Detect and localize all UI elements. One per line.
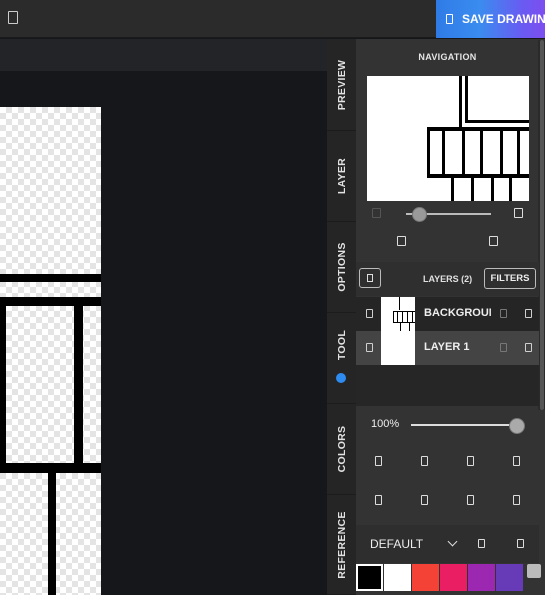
tab-tool[interactable]: TOOL: [327, 313, 356, 404]
preview-stroke: [465, 76, 468, 122]
tab-options-label: OPTIONS: [335, 242, 348, 292]
tab-colors-label: COLORS: [335, 425, 348, 473]
document-icon[interactable]: [8, 11, 18, 24]
preview-stroke: [459, 76, 462, 128]
layer-name-layer-1[interactable]: LAYER 1: [424, 341, 491, 353]
thumb-stroke: [409, 322, 410, 331]
preview-stroke: [509, 174, 512, 201]
tab-options[interactable]: OPTIONS: [327, 222, 356, 313]
layer-action-icon[interactable]: [421, 495, 428, 505]
drawn-stroke: [48, 463, 56, 595]
filters-button[interactable]: FILTERS: [484, 268, 536, 289]
palette-menu-icon[interactable]: [517, 539, 524, 548]
layers-title: LAYERS (2): [423, 274, 473, 284]
lock-icon[interactable]: [500, 309, 507, 318]
canvas-area[interactable]: [0, 39, 327, 595]
save-icon: [446, 14, 453, 24]
layer-action-icon[interactable]: [467, 495, 474, 505]
preview-stroke: [451, 174, 454, 201]
preview-stroke: [491, 174, 494, 201]
preview-stroke: [517, 127, 520, 177]
preview-stroke: [480, 127, 483, 177]
tab-tool-label: TOOL: [335, 329, 348, 360]
panel-scrollbar-thumb[interactable]: [540, 40, 544, 410]
tab-reference-label: REFERENCE: [335, 510, 348, 579]
add-layer-button[interactable]: [359, 268, 381, 288]
color-swatch[interactable]: [356, 564, 383, 591]
zoom-out-icon[interactable]: [372, 208, 381, 218]
rotate-right-icon[interactable]: [489, 236, 498, 246]
preview-stroke: [471, 174, 474, 201]
thumb-stroke: [400, 322, 401, 331]
layers-list-empty-area: [356, 365, 539, 406]
opacity-value: 100%: [371, 418, 400, 430]
layer-name-background[interactable]: BACKGROUND: [424, 307, 491, 319]
swatch-scroll[interactable]: [527, 564, 541, 578]
tab-colors[interactable]: COLORS: [327, 404, 356, 495]
tab-layer-label: LAYER: [335, 157, 348, 195]
opacity-slider-knob[interactable]: [509, 418, 525, 434]
layer-action-icon[interactable]: [513, 495, 520, 505]
tab-preview[interactable]: PREVIEW: [327, 39, 356, 131]
top-bar: SAVE DRAWING: [0, 0, 545, 38]
navigation-preview[interactable]: [367, 76, 529, 201]
rotate-left-icon[interactable]: [397, 236, 406, 246]
preview-stroke: [442, 127, 445, 177]
layer-thumbnail: [381, 331, 415, 365]
layer-menu-icon[interactable]: [525, 309, 532, 318]
save-drawing-label: SAVE DRAWING: [462, 12, 545, 26]
layer-action-icon[interactable]: [421, 456, 428, 466]
preview-stroke: [427, 174, 529, 178]
color-swatch[interactable]: [384, 564, 411, 591]
drawing-canvas[interactable]: [0, 107, 101, 595]
color-swatch[interactable]: [468, 564, 495, 591]
thumb-stroke: [399, 297, 400, 310]
side-tabs: PREVIEW LAYER OPTIONS TOOL COLORS REFERE…: [327, 39, 356, 595]
layer-action-icon[interactable]: [513, 456, 520, 466]
palette-select[interactable]: DEFAULT: [370, 537, 423, 551]
tab-preview-label: PREVIEW: [335, 59, 348, 110]
drawn-stroke: [0, 297, 6, 473]
preview-stroke: [465, 120, 529, 123]
visibility-icon[interactable]: [366, 343, 373, 352]
zoom-in-icon[interactable]: [514, 208, 523, 218]
layer-thumbnail: [381, 297, 415, 331]
layer-action-icon[interactable]: [467, 456, 474, 466]
opacity-slider-track[interactable]: [411, 424, 517, 426]
lock-icon[interactable]: [500, 343, 507, 352]
drawn-stroke: [74, 297, 83, 473]
tab-layer[interactable]: LAYER: [327, 131, 356, 222]
active-tool-dot: [336, 373, 346, 383]
navigation-title: NAVIGATION: [418, 52, 477, 62]
tab-reference[interactable]: REFERENCE: [327, 495, 356, 595]
color-swatch[interactable]: [440, 564, 467, 591]
zoom-slider-knob[interactable]: [412, 207, 427, 222]
palette-add-icon[interactable]: [478, 539, 485, 548]
preview-stroke: [462, 127, 465, 177]
thumb-stroke: [393, 322, 415, 323]
drawn-stroke: [0, 274, 101, 282]
layer-action-icon[interactable]: [375, 456, 382, 466]
preview-stroke: [427, 127, 430, 177]
preview-stroke: [500, 127, 503, 177]
add-layer-icon: [367, 274, 373, 282]
canvas-toolbar: [0, 39, 327, 71]
visibility-icon[interactable]: [366, 309, 373, 318]
drawn-stroke: [0, 297, 101, 306]
save-drawing-button[interactable]: SAVE DRAWING: [436, 0, 545, 38]
color-swatch[interactable]: [412, 564, 439, 591]
layer-action-icon[interactable]: [375, 495, 382, 505]
layer-menu-icon[interactable]: [525, 343, 532, 352]
color-swatch[interactable]: [496, 564, 523, 591]
